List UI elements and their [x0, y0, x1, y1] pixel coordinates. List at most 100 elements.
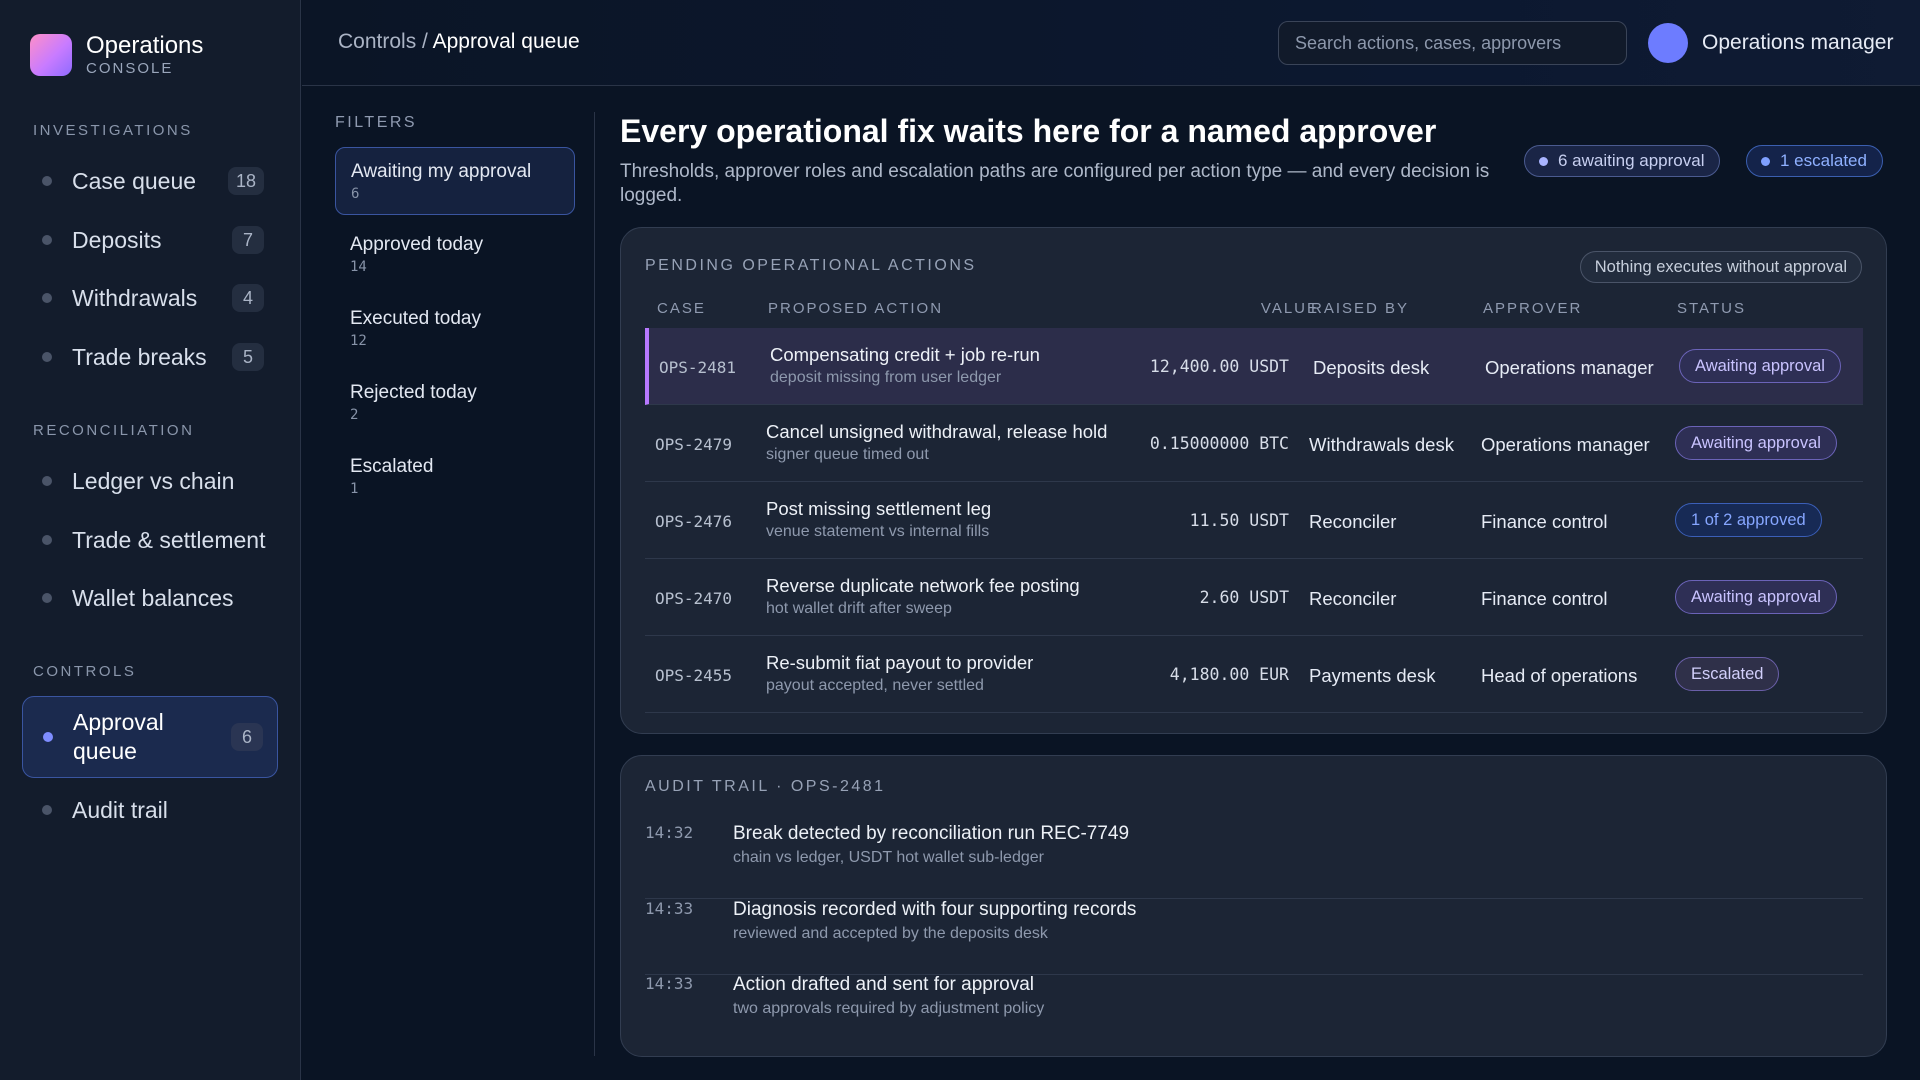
action-value: 11.50 USDT [1189, 511, 1289, 530]
bullet-icon [42, 535, 52, 545]
approver: Operations manager [1485, 357, 1654, 378]
sidebar-item-case-queue[interactable]: Case queue 18 [22, 155, 278, 207]
escalated-count-pill[interactable]: 1 escalated [1746, 145, 1883, 177]
breadcrumb-current: Approval queue [432, 30, 580, 53]
status-badge: Awaiting approval [1675, 580, 1837, 614]
table-row[interactable]: OPS-2479 Cancel unsigned withdrawal, rel… [645, 405, 1863, 482]
column-header-status[interactable]: STATUS [1677, 300, 1746, 317]
dot-icon [1761, 156, 1770, 166]
case-id: OPS-2481 [659, 358, 737, 377]
user-menu[interactable]: Operations manager [1648, 23, 1893, 63]
status-badge: 1 of 2 approved [1675, 503, 1822, 537]
sidebar-item-ledger-vs-chain[interactable]: Ledger vs chain [22, 455, 278, 507]
approver: Finance control [1481, 511, 1608, 532]
action-value: 2.60 USDT [1199, 588, 1289, 607]
sidebar: Operations CONSOLE INVESTIGATIONS Case q… [0, 0, 301, 1080]
sidebar-item-withdrawals[interactable]: Withdrawals 4 [22, 272, 278, 324]
column-header-raised-by[interactable]: RAISED BY [1311, 300, 1409, 317]
case-id: OPS-2470 [655, 589, 733, 608]
bullet-icon [42, 805, 52, 815]
breadcrumb: Controls / Approval queue [338, 30, 580, 54]
user-name: Operations manager [1702, 31, 1894, 54]
count-badge: 5 [232, 343, 264, 371]
count-badge: 18 [227, 167, 264, 195]
table-row[interactable]: OPS-2455 Re-submit fiat payout to provid… [645, 636, 1863, 713]
action-reason: payout accepted, never settled [766, 677, 984, 694]
section-investigations: INVESTIGATIONS [33, 122, 193, 139]
dot-icon [1539, 156, 1548, 166]
audit-entry: 14:33 Action drafted and sent for approv… [645, 974, 1863, 1050]
case-id: OPS-2455 [655, 666, 733, 685]
count-badge: 6 [231, 723, 263, 751]
action-title: Reverse duplicate network fee posting [766, 575, 1080, 596]
page-title: Every operational fix waits here for a n… [620, 113, 1437, 149]
raised-by: Payments desk [1309, 665, 1436, 686]
brand-subtitle: CONSOLE [86, 60, 174, 77]
action-title: Re-submit fiat payout to provider [766, 652, 1034, 673]
filter-escalated[interactable]: Escalated 1 [335, 443, 575, 511]
approver: Head of operations [1481, 665, 1638, 686]
page-description: Thresholds, approver roles and escalatio… [620, 161, 1490, 206]
count-badge: 7 [232, 226, 264, 254]
bullet-icon [42, 593, 52, 603]
action-title: Cancel unsigned withdrawal, release hold [766, 421, 1108, 442]
sidebar-item-audit-trail[interactable]: Audit trail [22, 784, 278, 836]
approver: Finance control [1481, 588, 1608, 609]
action-reason: signer queue timed out [766, 446, 929, 463]
section-controls: CONTROLS [33, 663, 137, 680]
panel-title: AUDIT TRAIL · OPS-2481 [645, 778, 886, 795]
section-reconciliation: RECONCILIATION [33, 422, 195, 439]
audit-trail-panel: AUDIT TRAIL · OPS-2481 14:32 Break detec… [620, 755, 1887, 1057]
case-id: OPS-2476 [655, 512, 733, 531]
audit-title: Diagnosis recorded with four supporting … [733, 899, 1137, 920]
audit-title: Break detected by reconciliation run REC… [733, 823, 1130, 844]
brand-logo-icon [30, 34, 72, 76]
status-badge: Awaiting approval [1675, 426, 1837, 460]
action-reason: hot wallet drift after sweep [766, 600, 952, 617]
column-header-action[interactable]: PROPOSED ACTION [768, 300, 943, 317]
sidebar-item-approval-queue[interactable]: Approval queue 6 [22, 696, 278, 778]
bullet-icon [42, 235, 52, 245]
sidebar-item-wallet-balances[interactable]: Wallet balances [22, 572, 278, 624]
approval-policy-tag: Nothing executes without approval [1579, 251, 1862, 283]
action-value: 12,400.00 USDT [1149, 357, 1289, 376]
action-reason: venue statement vs internal fills [766, 523, 990, 540]
audit-detail: reviewed and accepted by the deposits de… [733, 925, 1048, 942]
awaiting-count-pill[interactable]: 6 awaiting approval [1524, 145, 1721, 177]
sidebar-item-trade-breaks[interactable]: Trade breaks 5 [22, 331, 278, 383]
bullet-icon [42, 352, 52, 362]
column-header-value[interactable]: VALUE [1229, 300, 1319, 317]
action-title: Post missing settlement leg [766, 498, 992, 519]
status-badge: Escalated [1675, 657, 1780, 691]
table-row[interactable]: OPS-2470 Reverse duplicate network fee p… [645, 559, 1863, 636]
audit-detail: chain vs ledger, USDT hot wallet sub-led… [733, 849, 1044, 866]
filter-awaiting-my-approval[interactable]: Awaiting my approval 6 [335, 147, 575, 215]
brand[interactable]: Operations CONSOLE [30, 32, 203, 78]
topbar: Controls / Approval queue Operations man… [302, 0, 1920, 86]
avatar [1648, 23, 1688, 63]
search-input[interactable] [1278, 21, 1627, 65]
column-header-case[interactable]: CASE [657, 300, 706, 317]
filter-approved-today[interactable]: Approved today 14 [335, 221, 575, 289]
breadcrumb-separator: / [422, 30, 428, 53]
audit-title: Action drafted and sent for approval [733, 974, 1035, 995]
panel-title: PENDING OPERATIONAL ACTIONS [645, 257, 977, 274]
bullet-icon [42, 293, 52, 303]
table-row[interactable]: OPS-2476 Post missing settlement leg ven… [645, 482, 1863, 559]
sidebar-item-trade-settlement[interactable]: Trade & settlement [22, 514, 278, 566]
bullet-icon [42, 176, 52, 186]
audit-time: 14:33 [645, 974, 694, 993]
audit-entry: 14:33 Diagnosis recorded with four suppo… [645, 899, 1863, 975]
audit-entry: 14:32 Break detected by reconciliation r… [645, 823, 1863, 899]
filter-executed-today[interactable]: Executed today 12 [335, 295, 575, 363]
filter-rejected-today[interactable]: Rejected today 2 [335, 369, 575, 437]
count-badge: 4 [232, 284, 264, 312]
raised-by: Reconciler [1309, 511, 1397, 532]
filters-panel: FILTERS Awaiting my approval 6 Approved … [302, 87, 594, 1080]
status-badge: Awaiting approval [1679, 349, 1841, 383]
breadcrumb-parent-link[interactable]: Controls [338, 30, 416, 53]
raised-by: Reconciler [1309, 588, 1397, 609]
table-row[interactable]: OPS-2481 Compensating credit + job re-ru… [645, 328, 1863, 405]
column-header-approver[interactable]: APPROVER [1483, 300, 1582, 317]
sidebar-item-deposits[interactable]: Deposits 7 [22, 214, 278, 266]
